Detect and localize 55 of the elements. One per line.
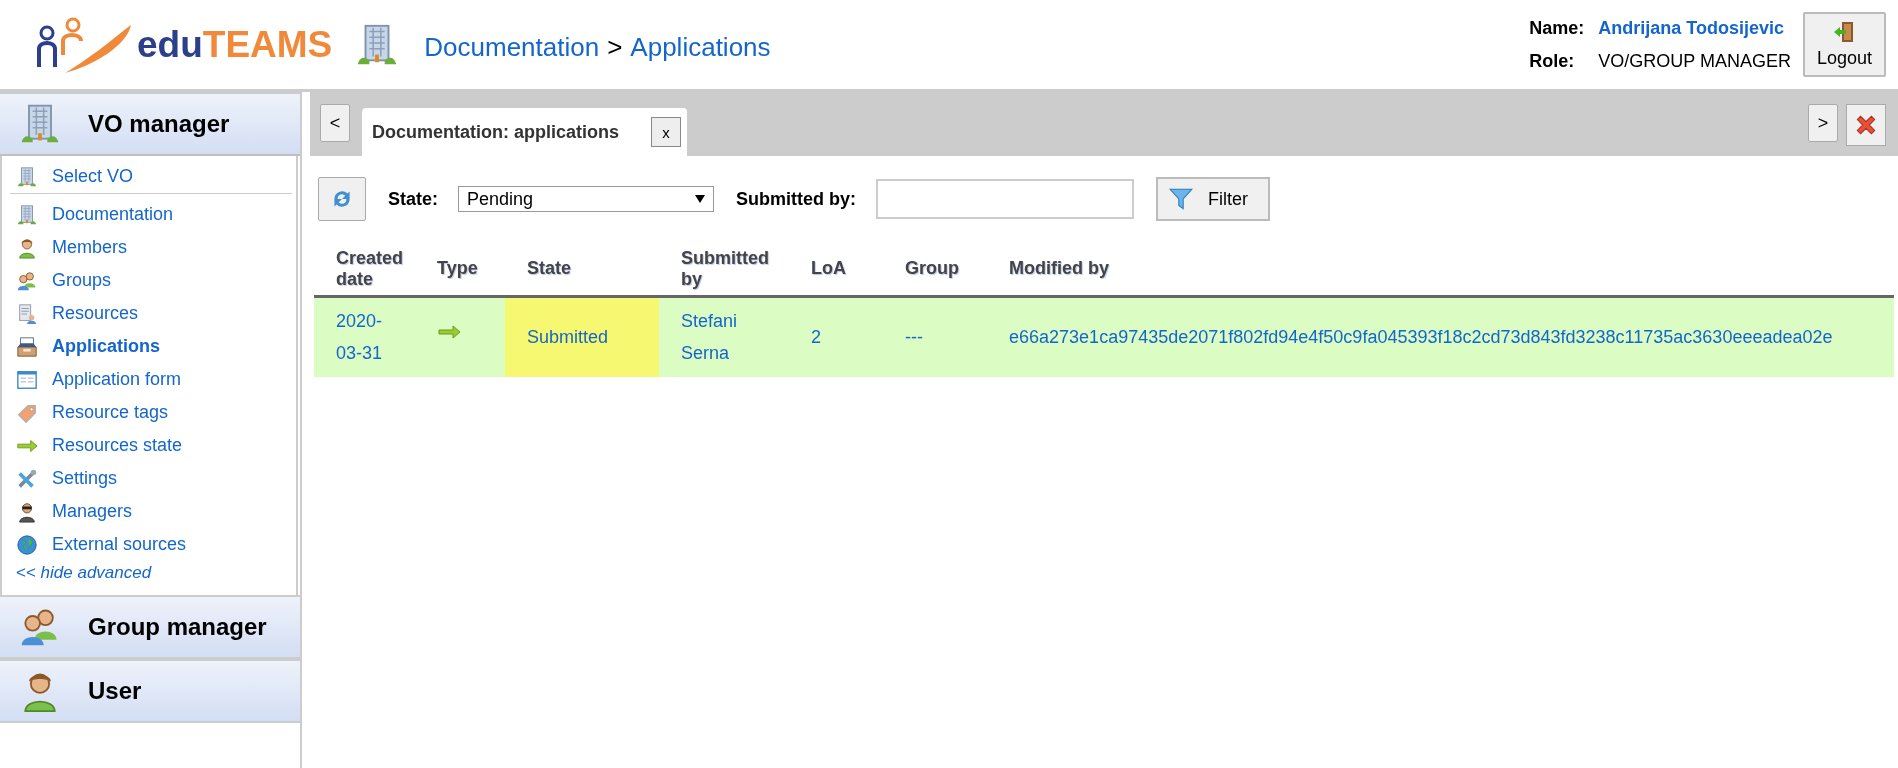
globe-icon bbox=[16, 533, 38, 556]
tools-icon bbox=[16, 467, 38, 490]
state-label: State: bbox=[388, 188, 438, 210]
table-cell: e66a273e1ca97435de2071f802fd94e4f50c9fa045393f18c2cd73d843fd3238c11735ac3630eeeadea02e bbox=[987, 296, 1894, 377]
form-icon bbox=[16, 368, 38, 391]
sidebar-item[interactable]: Resources state bbox=[2, 429, 296, 462]
person-icon bbox=[16, 236, 38, 259]
sidebar-item[interactable]: Resources bbox=[2, 297, 296, 330]
sidebar-item[interactable]: Resource tags bbox=[2, 396, 296, 429]
funnel-icon bbox=[1168, 186, 1194, 212]
next-tab-button[interactable]: > bbox=[1808, 104, 1838, 142]
sidebar-item[interactable]: Select VO bbox=[2, 160, 296, 193]
close-all-button[interactable] bbox=[1846, 104, 1886, 146]
sidebar-item[interactable]: Application form bbox=[2, 363, 296, 396]
person-icon bbox=[16, 500, 38, 523]
building-icon bbox=[16, 203, 38, 226]
sidebar-item[interactable]: Applications bbox=[2, 330, 296, 363]
section-header[interactable]: Group manager bbox=[0, 595, 300, 659]
breadcrumb-separator: > bbox=[607, 32, 623, 63]
sidebar-item[interactable]: Groups bbox=[2, 264, 296, 297]
sidebar-item[interactable]: Members bbox=[2, 231, 296, 264]
table-row[interactable]: 2020-03-31 Submitted Stefani Serna 2 --- e66a273e1ca97435de2071f802fd94e4f50c9fa045393f18c2cd73d843fd3238c11735ac3630eeeadea02e bbox=[314, 296, 1894, 377]
state-dropdown[interactable]: Pending bbox=[458, 186, 714, 212]
tab[interactable]: Documentation: applications x bbox=[362, 108, 688, 156]
previous-tab-button[interactable]: < bbox=[320, 104, 350, 142]
people-icon bbox=[16, 269, 38, 292]
role-label: Role: bbox=[1529, 50, 1576, 72]
name-label: Name: bbox=[1529, 17, 1585, 39]
document-icon bbox=[16, 302, 38, 325]
tray-icon bbox=[16, 335, 38, 358]
submitted-by-field[interactable] bbox=[876, 179, 1134, 219]
hide-advanced-link[interactable]: << hide advanced bbox=[2, 561, 296, 591]
table-cell: Submitted bbox=[505, 296, 660, 377]
refresh-button[interactable] bbox=[318, 177, 366, 221]
table-cell: Stefani Serna bbox=[659, 296, 790, 377]
user-role: VO/GROUP MANAGER bbox=[1598, 50, 1791, 72]
logo-text: eduTEAMS bbox=[137, 23, 333, 66]
logout-button[interactable]: Logout bbox=[1802, 12, 1886, 77]
tab-close-button[interactable]: x bbox=[651, 117, 682, 147]
sidebar-item[interactable]: Settings bbox=[2, 462, 296, 495]
breadcrumb-link[interactable]: Applications bbox=[630, 32, 771, 63]
section-header[interactable]: User bbox=[0, 659, 300, 723]
sidebar-item[interactable]: External sources bbox=[2, 528, 296, 561]
breadcrumb-link[interactable]: Documentation bbox=[424, 32, 600, 63]
sidebar-item[interactable]: Managers bbox=[2, 495, 296, 528]
section-header[interactable]: VO manager bbox=[0, 92, 300, 156]
sidebar-item[interactable]: Documentation bbox=[2, 198, 296, 231]
caret-icon bbox=[695, 195, 705, 203]
user-name: Andrijana Todosijevic bbox=[1598, 17, 1785, 39]
filter-button[interactable]: Filter bbox=[1156, 177, 1270, 221]
table-cell: 2020-03-31 bbox=[314, 296, 416, 377]
building-icon bbox=[16, 165, 38, 188]
table-cell: --- bbox=[883, 296, 988, 377]
table-cell: 2 bbox=[789, 296, 884, 377]
submitted-by-label: Submitted by: bbox=[736, 188, 856, 210]
